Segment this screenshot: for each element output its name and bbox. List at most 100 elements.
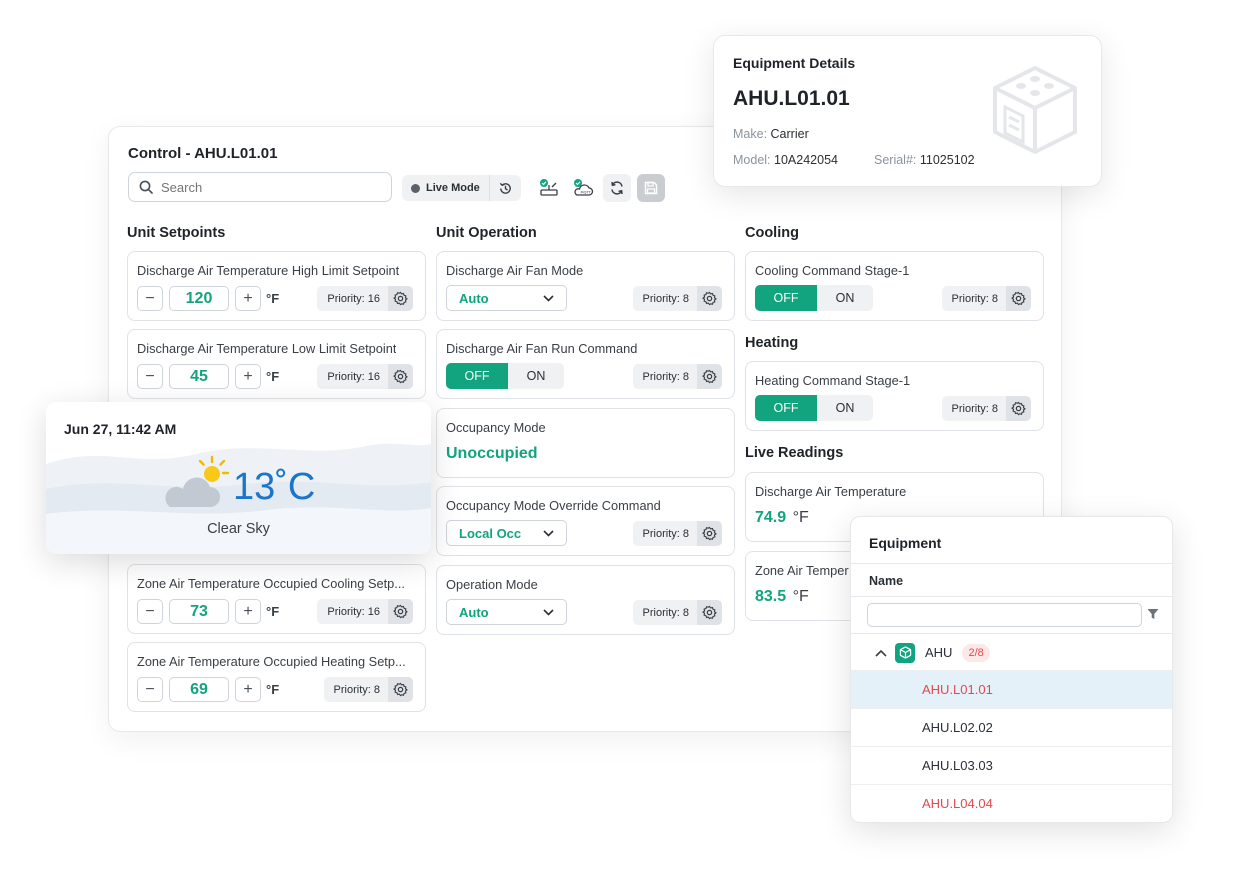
reading-label: Zone Air Temper (755, 563, 849, 578)
setpoint-stepper: − 73 + °F (137, 599, 279, 624)
reading-value: 74.9 °F (755, 509, 809, 527)
mqtt-cloud-button[interactable]: MQTT (569, 174, 597, 202)
group-count-badge: 2/8 (962, 643, 990, 662)
priority-settings-button[interactable] (697, 521, 722, 546)
gear-icon (702, 526, 717, 541)
tree-item[interactable]: AHU.L03.03 (851, 747, 1172, 785)
live-mode-group: Live Mode (402, 175, 521, 201)
priority-settings-button[interactable] (388, 364, 413, 389)
save-button[interactable] (637, 174, 665, 202)
setpoint-card: Zone Air Temperature Occupied Cooling Se… (127, 564, 426, 634)
weather-condition: Clear Sky (207, 521, 270, 537)
decrement-button[interactable]: − (137, 677, 163, 702)
tree-item[interactable]: AHU.L02.02 (851, 709, 1172, 747)
fan-mode-select[interactable]: Auto (446, 285, 567, 311)
priority-control: Priority: 16 (317, 364, 413, 389)
increment-button[interactable]: + (235, 364, 261, 389)
search-box[interactable] (128, 172, 392, 202)
priority-control: Priority: 8 (941, 396, 1031, 421)
filter-icon[interactable] (1147, 608, 1159, 620)
setpoint-card: Discharge Air Temperature High Limit Set… (127, 251, 426, 321)
tree-item[interactable]: AHU.L01.01 (851, 671, 1172, 709)
tree-item-label: AHU.L02.02 (922, 720, 993, 735)
on-button[interactable]: ON (817, 285, 873, 311)
tree-item-label: AHU.L03.03 (922, 758, 993, 773)
tree-item[interactable]: AHU.L04.04 (851, 785, 1172, 822)
off-button[interactable]: OFF (446, 363, 508, 389)
unit-label: °F (266, 682, 280, 697)
save-icon (644, 181, 658, 195)
operation-mode-select[interactable]: Auto (446, 599, 567, 625)
priority-control: Priority: 16 (317, 286, 413, 311)
priority-label: Priority: 16 (327, 370, 380, 383)
priority-settings-button[interactable] (1006, 396, 1031, 421)
priority-settings-button[interactable] (1006, 286, 1031, 311)
priority-settings-button[interactable] (697, 600, 722, 625)
search-input[interactable] (161, 179, 361, 195)
live-mode-label: Live Mode (426, 182, 480, 194)
setpoint-label: Discharge Air Temperature High Limit Set… (137, 263, 400, 278)
unit-label: °F (266, 604, 280, 619)
name-column-header: Name (869, 574, 904, 588)
gear-icon (1011, 291, 1026, 306)
network-device-button[interactable] (535, 174, 563, 202)
increment-button[interactable]: + (235, 599, 261, 624)
setpoint-value[interactable]: 73 (169, 599, 229, 624)
section-heating: Heating (745, 335, 799, 351)
increment-button[interactable]: + (235, 677, 261, 702)
decrement-button[interactable]: − (137, 286, 163, 311)
gear-icon (702, 291, 717, 306)
model-label: Model: (733, 153, 771, 167)
section-unit-operation: Unit Operation (436, 225, 537, 241)
on-button[interactable]: ON (817, 395, 873, 421)
network-device-icon (540, 179, 558, 196)
tree-group-label: AHU (925, 645, 953, 660)
fan-mode-label: Discharge Air Fan Mode (446, 263, 584, 278)
name-filter-input[interactable] (867, 603, 1142, 627)
serial-value: 11025102 (919, 153, 975, 167)
refresh-button[interactable] (603, 174, 631, 202)
setpoint-value[interactable]: 120 (169, 286, 229, 311)
decrement-button[interactable]: − (137, 599, 163, 624)
priority-label: Priority: 16 (327, 292, 380, 305)
priority-settings-button[interactable] (697, 286, 722, 311)
setpoint-value[interactable]: 69 (169, 677, 229, 702)
priority-control: Priority: 16 (317, 599, 413, 624)
priority-settings-button[interactable] (697, 364, 722, 389)
increment-button[interactable]: + (235, 286, 261, 311)
operation-mode-value: Auto (459, 604, 489, 620)
occupancy-override-value: Local Occ (459, 525, 522, 541)
decrement-button[interactable]: − (137, 364, 163, 389)
setpoint-stepper: − 69 + °F (137, 677, 279, 702)
priority-control: Priority: 8 (632, 364, 722, 389)
priority-settings-button[interactable] (388, 286, 413, 311)
priority-settings-button[interactable] (388, 599, 413, 624)
toolbar: MQTT (535, 174, 665, 202)
fan-mode-value: Auto (459, 290, 489, 306)
cooling-label: Cooling Command Stage-1 (755, 263, 910, 278)
priority-label: Priority: 8 (642, 606, 689, 619)
divider (851, 596, 1172, 597)
tree-group-ahu[interactable]: AHU 2/8 (851, 635, 1172, 671)
on-button[interactable]: ON (508, 363, 564, 389)
occupancy-override-card: Occupancy Mode Override Command Local Oc… (436, 486, 735, 556)
operation-mode-card: Operation Mode Auto Priority: 8 (436, 565, 735, 635)
reading-unit: °F (792, 509, 809, 526)
chevron-up-icon[interactable] (875, 649, 887, 657)
occupancy-override-label: Occupancy Mode Override Command (446, 498, 661, 513)
heating-card: Heating Command Stage-1 OFF ON Priority:… (745, 361, 1044, 431)
live-mode-button[interactable]: Live Mode (402, 175, 489, 201)
priority-settings-button[interactable] (388, 677, 413, 702)
chevron-down-icon (543, 529, 554, 537)
history-button[interactable] (488, 175, 521, 201)
off-button[interactable]: OFF (755, 395, 817, 421)
off-button[interactable]: OFF (755, 285, 817, 311)
setpoint-value[interactable]: 45 (169, 364, 229, 389)
occupancy-override-select[interactable]: Local Occ (446, 520, 567, 546)
cooling-toggle: OFF ON (755, 285, 873, 311)
divider (851, 563, 1172, 564)
reading-label: Discharge Air Temperature (755, 484, 907, 499)
page-title: Control - AHU.L01.01 (128, 145, 278, 162)
reading-number: 74.9 (755, 509, 787, 526)
setpoint-stepper: − 45 + °F (137, 364, 279, 389)
